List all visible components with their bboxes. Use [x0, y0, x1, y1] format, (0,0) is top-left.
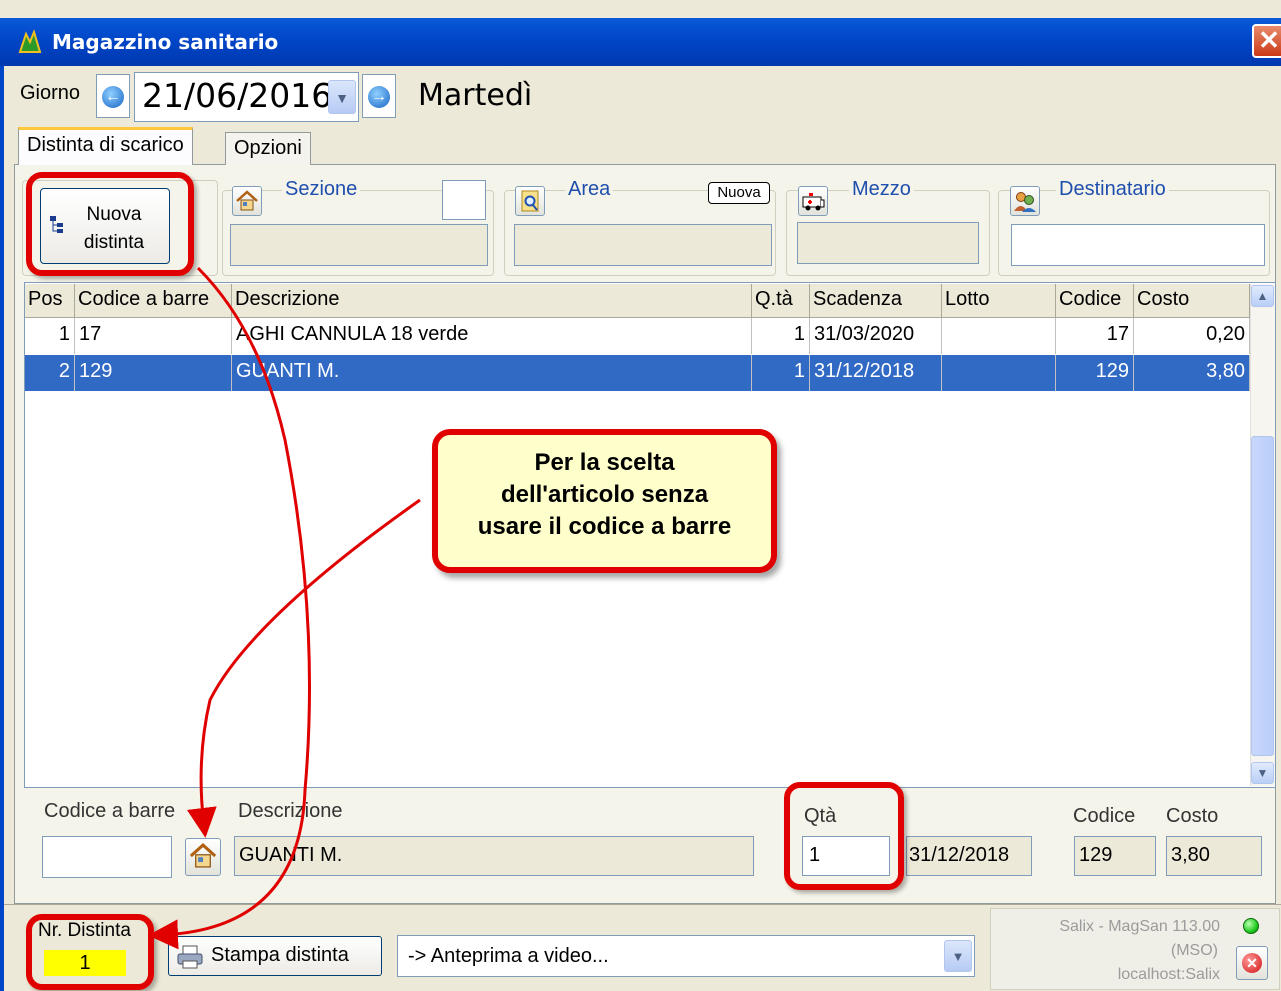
callout-line-3: usare il codice a barre [477, 513, 732, 540]
arrow-to-barcode-lookup [148, 266, 311, 950]
callout-line-2: dell'articolo senza [500, 481, 709, 508]
callout-line-1: Per la scelta [534, 449, 675, 476]
annotation-callout: Per la scelta dell'articolo senza usare … [432, 429, 777, 573]
